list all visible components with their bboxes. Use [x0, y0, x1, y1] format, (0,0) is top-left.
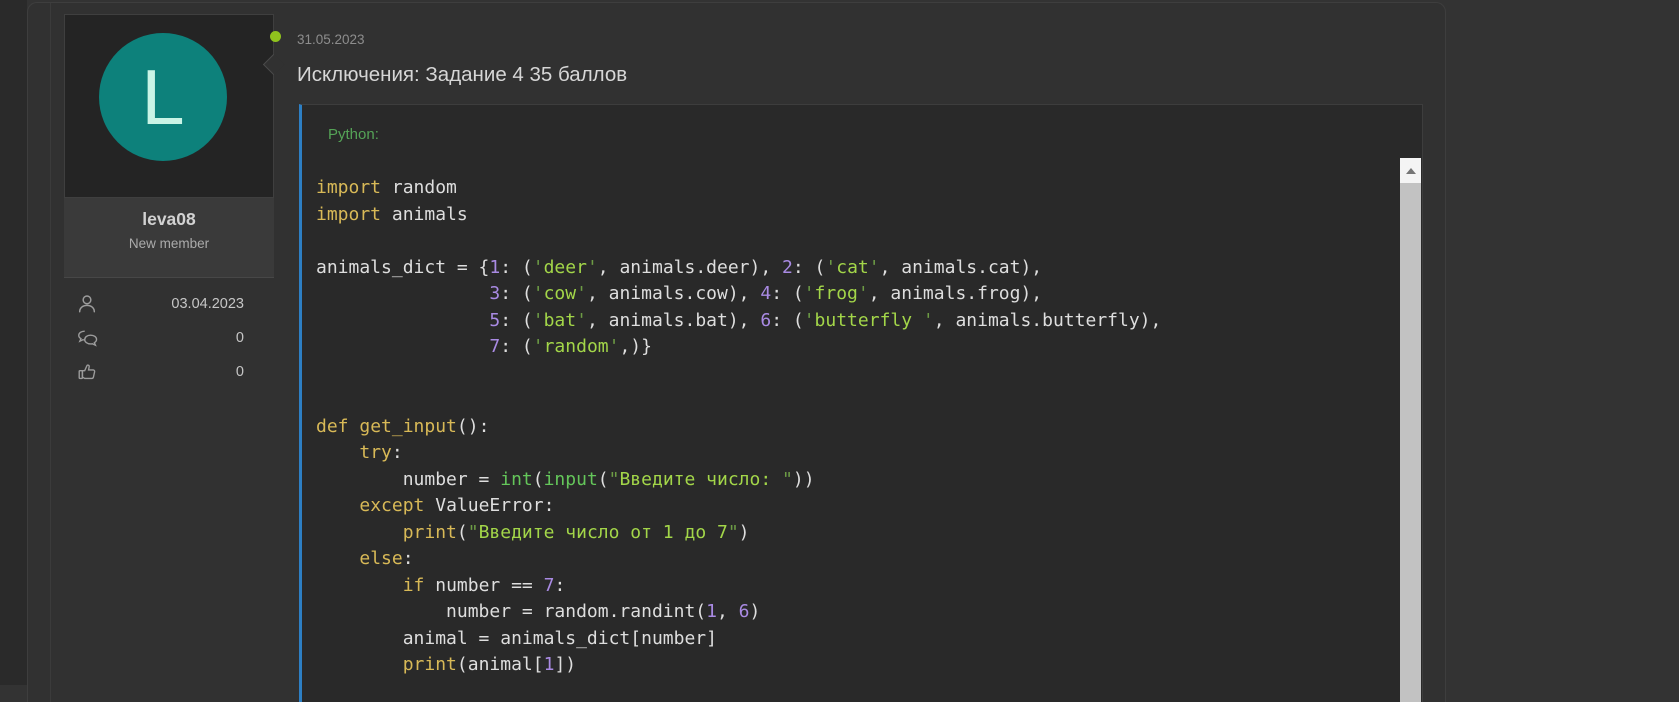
- stat-joined-date: 03.04.2023: [98, 296, 244, 312]
- post-date: 31.05.2023: [297, 32, 365, 47]
- user-role: New member: [64, 236, 274, 251]
- page-left-gutter: [0, 0, 27, 685]
- avatar-box-notch: [263, 54, 284, 75]
- stat-message-count: 0: [98, 330, 244, 346]
- post-title: Исключения: Задание 4 35 баллов: [297, 63, 627, 87]
- avatar-box: L: [64, 14, 274, 198]
- code-line: import random: [316, 175, 1398, 202]
- code-line: [316, 361, 1398, 388]
- avatar-letter: L: [141, 58, 184, 136]
- code-line: try:: [316, 440, 1398, 467]
- code-line: animals_dict = {1: ('deer', animals.deer…: [316, 255, 1398, 282]
- code-line: else:: [316, 546, 1398, 573]
- code-line: import animals: [316, 202, 1398, 229]
- code-scroll-area[interactable]: import randomimport animals animals_dict…: [302, 175, 1398, 702]
- code-line: print(animal[1]): [316, 652, 1398, 679]
- scrollbar-thumb[interactable]: [1400, 183, 1421, 702]
- scroll-up-button[interactable]: [1400, 158, 1421, 183]
- stat-row-joined: 03.04.2023: [64, 287, 274, 321]
- stat-row-likes: 0: [64, 355, 274, 389]
- stat-row-messages: 0: [64, 321, 274, 355]
- code-line: number = random.randint(1, 6): [316, 599, 1398, 626]
- messages-icon: [76, 327, 98, 349]
- message-card-border: [50, 3, 51, 702]
- code-line: except ValueError:: [316, 493, 1398, 520]
- username-link[interactable]: leva08: [64, 209, 274, 230]
- code-line: def get_input():: [316, 414, 1398, 441]
- code-line: [316, 387, 1398, 414]
- user-icon: [76, 293, 98, 315]
- scroll-up-arrow-icon: [1406, 168, 1416, 174]
- stat-like-count: 0: [98, 364, 244, 380]
- code-scrollbar[interactable]: [1400, 158, 1421, 702]
- code-line: 3: ('cow', animals.cow), 4: ('frog', ani…: [316, 281, 1398, 308]
- code-line: if number == 7:: [316, 573, 1398, 600]
- code-line: [316, 228, 1398, 255]
- code-line: number = int(input("Введите число: ")): [316, 467, 1398, 494]
- code-line: print("Введите число от 1 до 7"): [316, 520, 1398, 547]
- code-language-label: Python:: [328, 126, 379, 143]
- code-line: 7: ('random',)}: [316, 334, 1398, 361]
- code-line: 5: ('bat', animals.bat), 6: ('butterfly …: [316, 308, 1398, 335]
- code-lines: import randomimport animals animals_dict…: [302, 175, 1398, 679]
- thread-container: L leva08 New member 03.04.2023 0: [27, 2, 1446, 702]
- online-indicator-icon: [270, 31, 281, 42]
- user-stats: 03.04.2023 0 0: [64, 287, 274, 389]
- code-line: animal = animals_dict[number]: [316, 626, 1398, 653]
- code-block: Python: import randomimport animals anim…: [299, 104, 1423, 702]
- avatar[interactable]: L: [99, 33, 227, 161]
- user-info-block: leva08 New member: [64, 198, 274, 278]
- likes-icon: [76, 361, 98, 383]
